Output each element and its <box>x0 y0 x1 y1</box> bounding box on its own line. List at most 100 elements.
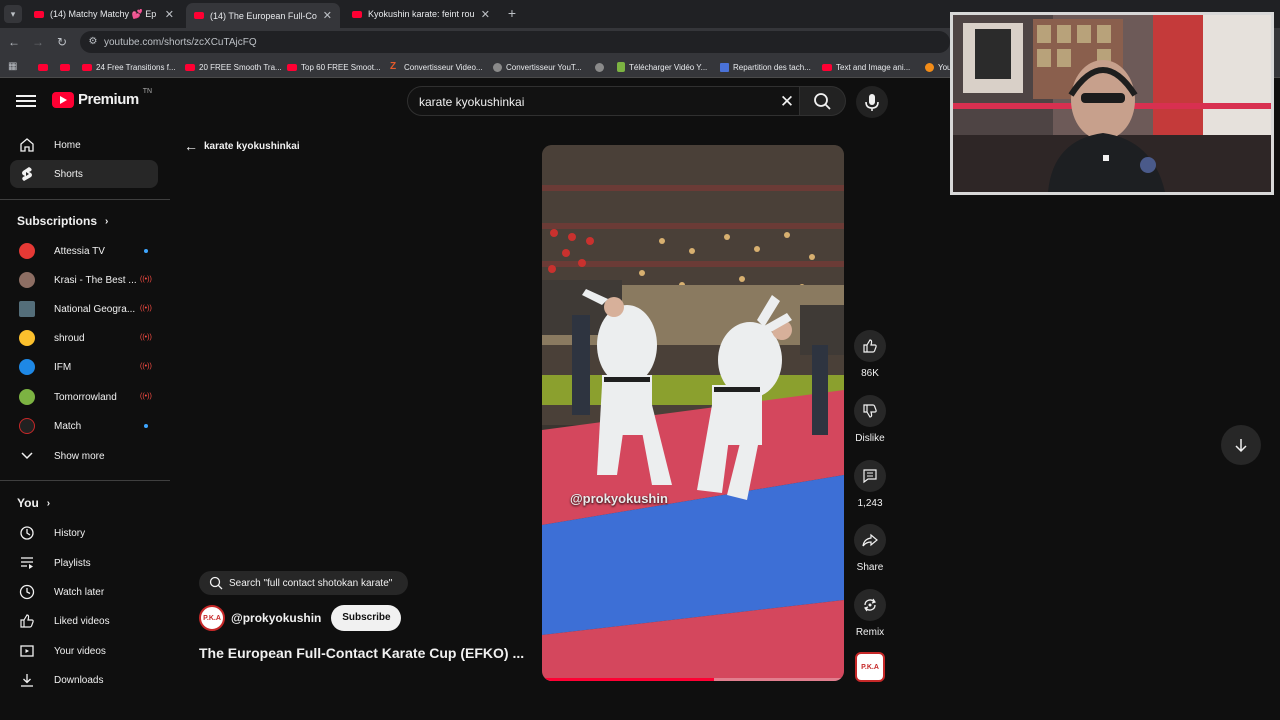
youtube-favicon-icon <box>194 12 204 19</box>
playlists-icon <box>18 554 36 572</box>
channel-avatar <box>19 389 35 405</box>
sound-channel-avatar[interactable]: P.K.A <box>855 652 885 682</box>
bookmark[interactable]: 20 FREE Smooth Tra... <box>185 60 282 74</box>
bookmark[interactable]: Télécharger Vidéo Y... <box>617 60 707 74</box>
doc-bookmark-icon <box>720 62 729 72</box>
video-watermark: @prokyokushin <box>570 491 668 506</box>
show-more-label: Show more <box>54 450 105 462</box>
short-video-player[interactable]: @prokyokushin <box>542 145 844 681</box>
close-tab-icon[interactable]: ✕ <box>323 9 332 22</box>
back-to-search-button[interactable]: ← karate kyokushinkai <box>184 138 300 154</box>
sidebar-item-subscription[interactable]: shroud ((•)) <box>10 324 158 352</box>
converter-bookmark-icon <box>493 62 502 72</box>
remix-button[interactable]: Remix <box>848 589 892 638</box>
chevron-right-icon: › <box>105 215 109 227</box>
address-bar[interactable]: ⚙ <box>80 31 950 53</box>
hamburger-menu-icon[interactable] <box>16 92 36 110</box>
channel-name: Match <box>54 420 82 432</box>
browser-tab[interactable]: Kyokushin karate: feint round k ✕ <box>344 3 498 25</box>
bookmark[interactable]: Convertisseur YouT... <box>493 60 582 74</box>
sidebar-item-downloads[interactable]: Downloads <box>10 666 158 694</box>
sidebar-item-subscription[interactable]: Attessia TV <box>10 237 158 265</box>
video-progress-fill <box>542 678 715 681</box>
dislike-button[interactable]: Dislike <box>848 395 892 444</box>
subscribe-button[interactable]: Subscribe <box>331 605 402 631</box>
forward-arrow-icon[interactable]: → <box>30 34 46 50</box>
search-icon <box>209 576 223 590</box>
new-tab-icon[interactable]: + <box>504 4 520 22</box>
watch-later-icon <box>18 583 36 601</box>
sidebar-item-subscription[interactable]: IFM ((•)) <box>10 353 158 381</box>
like-button[interactable]: 86K <box>848 330 892 379</box>
sidebar-item-home[interactable]: Home <box>10 131 158 159</box>
bookmark[interactable]: Top 60 FREE Smoot... <box>287 60 381 74</box>
comments-button[interactable]: 1,243 <box>848 460 892 509</box>
channel-name[interactable]: @prokyokushin <box>231 611 321 625</box>
related-search-chip[interactable]: Search "full contact shotokan karate" <box>199 571 408 595</box>
share-icon <box>862 533 878 547</box>
live-icon: ((•)) <box>140 334 152 341</box>
tab-search-icon[interactable]: ▾ <box>4 5 22 23</box>
share-button[interactable]: Share <box>848 524 892 573</box>
browser-tab-active[interactable]: (14) The European Full-Contact ✕ <box>186 3 340 28</box>
sidebar-item-label: Downloads <box>54 674 104 686</box>
site-info-icon[interactable]: ⚙ <box>86 35 100 49</box>
back-arrow-icon[interactable]: ← <box>6 34 22 50</box>
channel-name: shroud <box>54 332 85 344</box>
sidebar-item-history[interactable]: History <box>10 519 158 547</box>
bookmark[interactable]: Repartition des tach... <box>720 60 811 74</box>
reload-icon[interactable]: ↻ <box>54 34 70 50</box>
sidebar-item-label: Liked videos <box>54 615 110 627</box>
share-label: Share <box>856 562 884 573</box>
channel-avatar <box>19 243 35 259</box>
video-frame-image <box>542 145 844 681</box>
close-tab-icon[interactable]: ✕ <box>165 8 174 21</box>
show-more-button[interactable]: Show more <box>10 442 158 470</box>
channel-row: P.K.A @prokyokushin Subscribe <box>199 605 402 631</box>
you-heading[interactable]: You › <box>17 496 50 510</box>
youtube-premium-logo[interactable]: Premium TN <box>52 88 152 108</box>
bookmark[interactable]: Text and Image ani... <box>822 60 910 74</box>
channel-name: Tomorrowland <box>54 391 117 403</box>
channel-avatar <box>19 418 35 434</box>
sidebar-item-shorts[interactable]: Shorts <box>10 160 158 188</box>
channel-avatar[interactable]: P.K.A <box>199 605 225 631</box>
url-field[interactable] <box>104 34 904 50</box>
clear-search-icon[interactable]: ✕ <box>777 92 797 112</box>
chevron-down-icon <box>18 447 36 465</box>
channel-avatar <box>19 330 35 346</box>
channel-name: Attessia TV <box>54 245 105 257</box>
orange-bookmark-icon <box>925 62 934 72</box>
subscriptions-heading[interactable]: Subscriptions › <box>17 214 108 228</box>
bookmark[interactable]: You <box>925 60 952 74</box>
sidebar-item-subscription[interactable]: Match <box>10 412 158 440</box>
sidebar-item-playlists[interactable]: Playlists <box>10 549 158 577</box>
short-title[interactable]: The European Full-Contact Karate Cup (EF… <box>199 645 529 661</box>
browser-tab[interactable]: (14) Matchy Matchy 💕 Ep 75 | ✕ <box>26 3 182 25</box>
z-bookmark-icon: Z <box>390 61 397 72</box>
search-query-label: karate kyokushinkai <box>204 140 300 152</box>
sidebar-item-subscription[interactable]: Krasi - The Best ... ((•)) <box>10 266 158 294</box>
bookmark[interactable]: 24 Free Transitions f... <box>82 60 176 74</box>
close-tab-icon[interactable]: ✕ <box>481 8 490 21</box>
comment-count: 1,243 <box>857 498 883 509</box>
bookmark[interactable]: Z Convertisseur Video... <box>390 60 483 74</box>
sidebar-item-liked-videos[interactable]: Liked videos <box>10 607 158 635</box>
bookmark[interactable] <box>38 60 52 74</box>
bookmark[interactable] <box>595 60 608 74</box>
search-box[interactable] <box>407 86 800 116</box>
apps-grid-icon[interactable]: ▦ <box>8 61 20 73</box>
voice-search-button[interactable] <box>856 86 888 118</box>
sidebar-item-subscription[interactable]: National Geogra... ((•)) <box>10 295 158 323</box>
bookmark[interactable] <box>60 60 74 74</box>
sidebar-item-subscription[interactable]: Tomorrowland ((•)) <box>10 383 158 411</box>
tab-title: Kyokushin karate: feint round k <box>368 9 475 19</box>
search-button[interactable] <box>800 86 846 116</box>
sidebar-item-watch-later[interactable]: Watch later <box>10 578 158 606</box>
next-short-button[interactable] <box>1221 425 1261 465</box>
search-input[interactable] <box>419 93 759 111</box>
video-progress-bar[interactable] <box>542 678 844 681</box>
sidebar-item-your-videos[interactable]: Your videos <box>10 637 158 665</box>
channel-name: IFM <box>54 361 72 373</box>
like-count: 86K <box>861 368 879 379</box>
